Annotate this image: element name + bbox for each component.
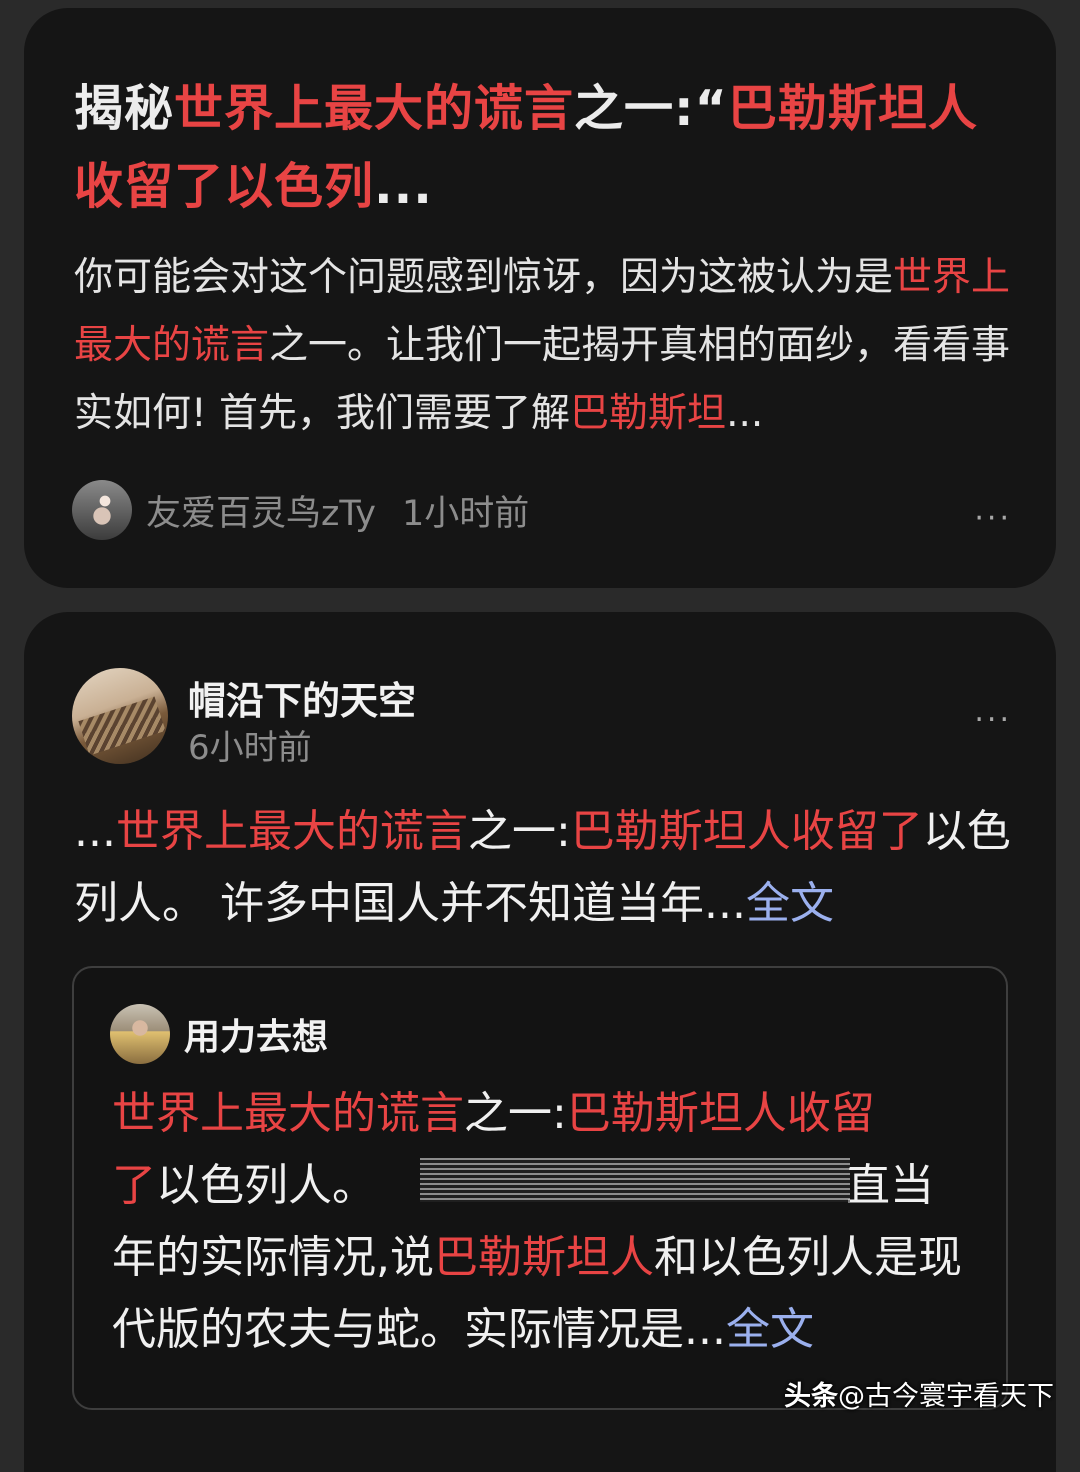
summary-text: 你可能会对这个问题感到惊讶，因为这被认为是 <box>74 255 894 300</box>
watermark-handle: @古今寰宇看天下 <box>838 1381 1054 1412</box>
quote-text: 之一: <box>464 1088 567 1139</box>
quoted-post[interactable]: 用力去想 世界上最大的谎言之一:巴勒斯坦人收留 了以色列人。 直当年的实际情况,说巴… <box>72 966 1008 1410</box>
post-header: 帽沿下的天空 6小时前 ... <box>72 668 1012 768</box>
body-highlight: 巴勒斯坦人收留了 <box>570 806 923 857</box>
post-time: 6小时前 <box>188 728 312 768</box>
article-summary[interactable]: 你可能会对这个问题感到惊讶，因为这被认为是世界上最大的谎言之一。让我们一起揭开真… <box>74 244 1014 448</box>
quote-highlight: 巴勒斯坦人收留 <box>566 1088 875 1139</box>
summary-ellipsis: ... <box>726 391 764 436</box>
watermark: 头条@古今寰宇看天下 <box>784 1374 1054 1413</box>
article-card[interactable]: 揭秘世界上最大的谎言之一:“巴勒斯坦人收留了以色列... 你可能会对这个问题感到… <box>24 8 1056 588</box>
avatar[interactable] <box>72 480 132 540</box>
author-name[interactable]: 友爱百灵鸟zTy <box>146 485 376 536</box>
quote-highlight: 世界上最大的谎言 <box>112 1088 464 1139</box>
watermark-brand: 头条 <box>784 1381 838 1412</box>
avatar[interactable] <box>72 668 168 764</box>
quoted-post-header: 用力去想 <box>110 1004 328 1064</box>
quote-highlight: 了 <box>112 1160 156 1211</box>
post-time: 1小时前 <box>402 493 530 534</box>
body-text: ... <box>74 806 116 857</box>
post-card[interactable]: 帽沿下的天空 6小时前 ... ...世界上最大的谎言之一:巴勒斯坦人收留了以色… <box>24 612 1056 1472</box>
quote-highlight: 巴勒斯坦人 <box>434 1232 654 1283</box>
read-more-link[interactable]: 全文 <box>726 1304 814 1355</box>
more-options-icon[interactable]: ... <box>974 493 1012 528</box>
author-name[interactable]: 帽沿下的天空 <box>188 670 416 725</box>
quote-text: 以色列人。 <box>156 1160 376 1211</box>
summary-highlight: 巴勒斯坦 <box>570 391 727 436</box>
title-highlight: 世界上最大的谎言 <box>174 80 575 137</box>
quoted-post-text[interactable]: 世界上最大的谎言之一:巴勒斯坦人收留 了以色列人。 直当年的实际情况,说巴勒斯坦人和… <box>112 1078 972 1366</box>
mosaic-redaction <box>420 1158 850 1202</box>
body-text: 之一: <box>467 806 571 857</box>
body-highlight: 世界上最大的谎言 <box>115 806 468 857</box>
article-title[interactable]: 揭秘世界上最大的谎言之一:“巴勒斯坦人收留了以色列... <box>74 70 1014 226</box>
title-text: 之一:“ <box>574 80 728 137</box>
article-meta: 友爱百灵鸟zTy 1小时前 ... <box>72 480 1012 540</box>
quoted-author-name[interactable]: 用力去想 <box>184 1008 328 1060</box>
more-options-icon[interactable]: ... <box>974 694 1012 729</box>
post-body[interactable]: ...世界上最大的谎言之一:巴勒斯坦人收留了以色列人。 许多中国人并不知道当年.… <box>74 796 1014 940</box>
title-text: 揭秘 <box>74 80 175 137</box>
title-ellipsis: ... <box>374 158 433 215</box>
avatar[interactable] <box>110 1004 170 1064</box>
read-more-link[interactable]: 全文 <box>746 878 834 929</box>
